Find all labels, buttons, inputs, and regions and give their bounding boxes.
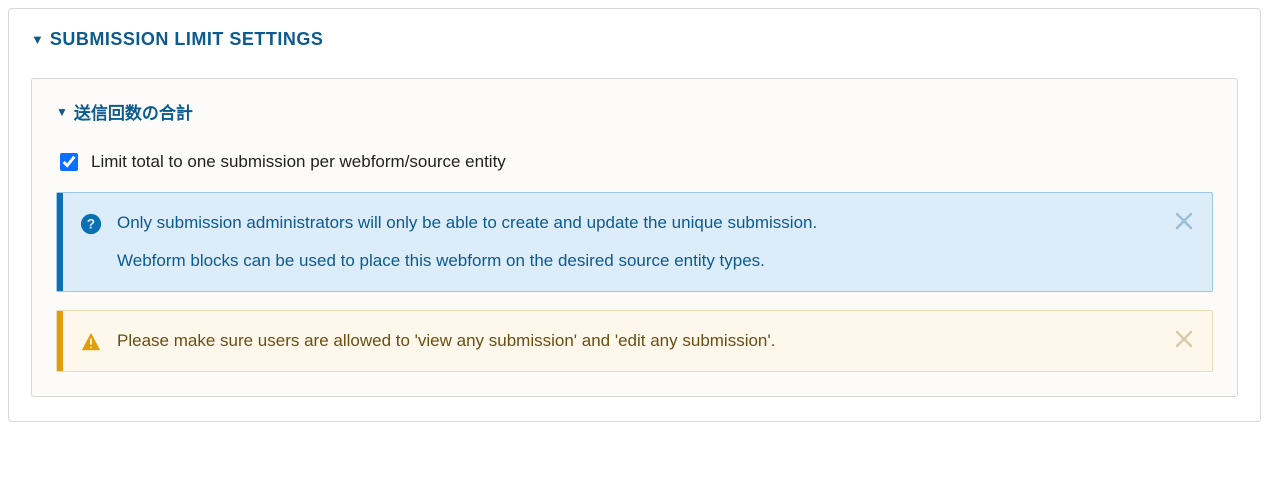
submission-limit-settings-panel: ▼ SUBMISSION LIMIT SETTINGS ▼ 送信回数の合計 Li… <box>8 8 1261 422</box>
subsection-title: 送信回数の合計 <box>74 99 193 124</box>
info-alert-line2: Webform blocks can be used to place this… <box>117 249 1158 273</box>
warning-alert-text: Please make sure users are allowed to 'v… <box>117 329 1158 353</box>
info-alert-body: Only submission administrators will only… <box>117 211 1158 273</box>
limit-total-label[interactable]: Limit total to one submission per webfor… <box>91 152 506 172</box>
triangle-down-icon: ▼ <box>56 105 68 119</box>
warning-alert-body: Please make sure users are allowed to 'v… <box>117 329 1158 353</box>
total-submissions-panel: ▼ 送信回数の合計 Limit total to one submission … <box>31 78 1238 397</box>
alert-stripe <box>57 311 63 371</box>
info-alert: ? Only submission administrators will on… <box>56 192 1213 292</box>
info-alert-line1: Only submission administrators will only… <box>117 211 1158 235</box>
limit-total-checkbox[interactable] <box>60 153 78 171</box>
question-circle-icon: ? <box>77 213 105 235</box>
warning-alert: Please make sure users are allowed to 'v… <box>56 310 1213 372</box>
section-toggle[interactable]: ▼ SUBMISSION LIMIT SETTINGS <box>31 29 1238 50</box>
triangle-down-icon: ▼ <box>31 33 44 46</box>
svg-text:?: ? <box>87 217 95 232</box>
close-warning-alert-button[interactable] <box>1172 327 1196 351</box>
warning-triangle-icon <box>77 331 105 353</box>
subsection-toggle[interactable]: ▼ 送信回数の合計 <box>56 99 1213 124</box>
section-title: SUBMISSION LIMIT SETTINGS <box>50 29 324 50</box>
alert-stripe <box>57 193 63 291</box>
limit-total-checkbox-row: Limit total to one submission per webfor… <box>56 150 1213 174</box>
close-info-alert-button[interactable] <box>1172 209 1196 233</box>
